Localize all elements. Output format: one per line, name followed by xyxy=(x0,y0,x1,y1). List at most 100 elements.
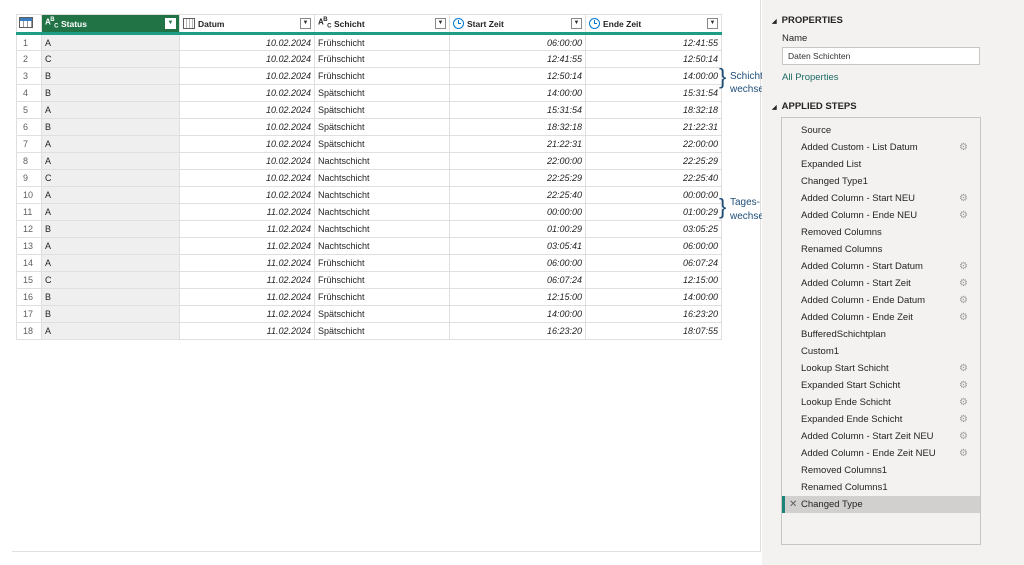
cell-start-zeit[interactable]: 06:00:00 xyxy=(449,254,586,272)
cell-datum[interactable]: 10.02.2024 xyxy=(179,50,315,68)
cell-status[interactable]: A xyxy=(41,254,180,272)
cell-schicht[interactable]: Frühschicht xyxy=(314,254,450,272)
cell-status[interactable]: B xyxy=(41,305,180,323)
row-number[interactable]: 3 xyxy=(16,67,42,85)
table-row[interactable]: 10 A 10.02.2024 Nachtschicht 22:25:40 00:00:0… xyxy=(16,186,722,204)
cell-status[interactable]: B xyxy=(41,118,180,136)
table-row[interactable]: 15 C 11.02.2024 Frühschicht 06:07:24 12:15:00 xyxy=(16,271,722,289)
applied-steps-section-toggle[interactable]: ◢ APPLIED STEPS xyxy=(772,101,857,112)
table-row[interactable]: 2 C 10.02.2024 Frühschicht 12:41:55 12:50:14 xyxy=(16,50,722,68)
properties-section-toggle[interactable]: ◢ PROPERTIES xyxy=(772,15,843,26)
cell-status[interactable]: A xyxy=(41,237,180,255)
cell-start-zeit[interactable]: 21:22:31 xyxy=(449,135,586,153)
all-properties-link[interactable]: All Properties xyxy=(782,72,839,83)
text-type-icon[interactable]: ABC xyxy=(45,17,58,29)
cell-datum[interactable]: 11.02.2024 xyxy=(179,322,315,340)
row-number[interactable]: 7 xyxy=(16,135,42,153)
collapse-triangle-icon[interactable]: ◢ xyxy=(772,19,777,25)
row-number[interactable]: 13 xyxy=(16,237,42,255)
step-settings-gear-icon[interactable]: ⚙ xyxy=(959,258,968,275)
row-number[interactable]: 12 xyxy=(16,220,42,238)
text-type-icon[interactable]: ABC xyxy=(318,17,331,29)
cell-schicht[interactable]: Nachtschicht xyxy=(314,203,450,221)
step-settings-gear-icon[interactable]: ⚙ xyxy=(959,428,968,445)
cell-status[interactable]: B xyxy=(41,84,180,102)
column-header-datum[interactable]: Datum ▼ xyxy=(179,14,315,35)
row-number[interactable]: 17 xyxy=(16,305,42,323)
row-number[interactable]: 16 xyxy=(16,288,42,306)
cell-status[interactable]: A xyxy=(41,186,180,204)
cell-schicht[interactable]: Nachtschicht xyxy=(314,169,450,187)
cell-status[interactable]: B xyxy=(41,288,180,306)
cell-schicht[interactable]: Frühschicht xyxy=(314,271,450,289)
cell-start-zeit[interactable]: 12:41:55 xyxy=(449,50,586,68)
applied-step-item[interactable]: Added Column - Start Zeit NEU ⚙ xyxy=(782,428,980,445)
cell-start-zeit[interactable]: 22:25:40 xyxy=(449,186,586,204)
time-type-icon[interactable] xyxy=(453,18,464,29)
cell-status[interactable]: C xyxy=(41,50,180,68)
cell-schicht[interactable]: Frühschicht xyxy=(314,33,450,51)
table-row[interactable]: 4 B 10.02.2024 Spätschicht 14:00:00 15:31:54 xyxy=(16,84,722,102)
step-settings-gear-icon[interactable]: ⚙ xyxy=(959,394,968,411)
applied-step-item[interactable]: Custom1 xyxy=(782,343,980,360)
column-header-schicht[interactable]: ABC Schicht ▼ xyxy=(314,14,450,35)
cell-ende-zeit[interactable]: 21:22:31 xyxy=(585,118,722,136)
cell-schicht[interactable]: Spätschicht xyxy=(314,322,450,340)
table-row[interactable]: 8 A 10.02.2024 Nachtschicht 22:00:00 22:25:29 xyxy=(16,152,722,170)
cell-schicht[interactable]: Nachtschicht xyxy=(314,220,450,238)
table-row[interactable]: 6 B 10.02.2024 Spätschicht 18:32:18 21:22:31 xyxy=(16,118,722,136)
cell-schicht[interactable]: Spätschicht xyxy=(314,118,450,136)
row-number[interactable]: 5 xyxy=(16,101,42,119)
cell-schicht[interactable]: Nachtschicht xyxy=(314,152,450,170)
applied-step-item[interactable]: Renamed Columns xyxy=(782,241,980,258)
cell-schicht[interactable]: Frühschicht xyxy=(314,67,450,85)
step-settings-gear-icon[interactable]: ⚙ xyxy=(959,445,968,462)
cell-datum[interactable]: 11.02.2024 xyxy=(179,305,315,323)
step-settings-gear-icon[interactable]: ⚙ xyxy=(959,190,968,207)
step-settings-gear-icon[interactable]: ⚙ xyxy=(959,411,968,428)
table-row[interactable]: 17 B 11.02.2024 Spätschicht 14:00:00 16:23:20 xyxy=(16,305,722,323)
applied-step-item[interactable]: Removed Columns xyxy=(782,224,980,241)
filter-dropdown-icon[interactable]: ▼ xyxy=(165,18,176,29)
cell-start-zeit[interactable]: 03:05:41 xyxy=(449,237,586,255)
row-number[interactable]: 6 xyxy=(16,118,42,136)
cell-ende-zeit[interactable]: 14:00:00 xyxy=(585,288,722,306)
applied-step-item[interactable]: Lookup Start Schicht ⚙ xyxy=(782,360,980,377)
cell-ende-zeit[interactable]: 06:00:00 xyxy=(585,237,722,255)
cell-status[interactable]: B xyxy=(41,220,180,238)
cell-ende-zeit[interactable]: 16:23:20 xyxy=(585,305,722,323)
applied-step-item[interactable]: Added Column - Ende Datum ⚙ xyxy=(782,292,980,309)
cell-ende-zeit[interactable]: 14:00:00 xyxy=(585,67,722,85)
applied-step-item[interactable]: Expanded List xyxy=(782,156,980,173)
row-number[interactable]: 10 xyxy=(16,186,42,204)
applied-step-item[interactable]: Added Column - Ende NEU ⚙ xyxy=(782,207,980,224)
cell-ende-zeit[interactable]: 18:32:18 xyxy=(585,101,722,119)
cell-ende-zeit[interactable]: 22:25:29 xyxy=(585,152,722,170)
applied-step-item[interactable]: ✕ Changed Type xyxy=(782,496,980,513)
applied-step-item[interactable]: Expanded Ende Schicht ⚙ xyxy=(782,411,980,428)
column-header-ende-zeit[interactable]: Ende Zeit ▼ xyxy=(585,14,722,35)
cell-ende-zeit[interactable]: 22:00:00 xyxy=(585,135,722,153)
cell-datum[interactable]: 10.02.2024 xyxy=(179,135,315,153)
collapse-triangle-icon[interactable]: ◢ xyxy=(772,105,777,111)
row-number[interactable]: 8 xyxy=(16,152,42,170)
cell-start-zeit[interactable]: 14:00:00 xyxy=(449,84,586,102)
cell-start-zeit[interactable]: 00:00:00 xyxy=(449,203,586,221)
cell-datum[interactable]: 11.02.2024 xyxy=(179,271,315,289)
cell-datum[interactable]: 10.02.2024 xyxy=(179,152,315,170)
cell-ende-zeit[interactable]: 18:07:55 xyxy=(585,322,722,340)
cell-datum[interactable]: 10.02.2024 xyxy=(179,186,315,204)
row-number[interactable]: 1 xyxy=(16,33,42,51)
row-number[interactable]: 18 xyxy=(16,322,42,340)
applied-step-item[interactable]: Added Column - Start Zeit ⚙ xyxy=(782,275,980,292)
cell-start-zeit[interactable]: 12:50:14 xyxy=(449,67,586,85)
cell-ende-zeit[interactable]: 12:41:55 xyxy=(585,33,722,51)
cell-ende-zeit[interactable]: 12:15:00 xyxy=(585,271,722,289)
cell-start-zeit[interactable]: 18:32:18 xyxy=(449,118,586,136)
cell-ende-zeit[interactable]: 15:31:54 xyxy=(585,84,722,102)
cell-start-zeit[interactable]: 22:00:00 xyxy=(449,152,586,170)
row-number[interactable]: 15 xyxy=(16,271,42,289)
cell-ende-zeit[interactable]: 22:25:40 xyxy=(585,169,722,187)
step-settings-gear-icon[interactable]: ⚙ xyxy=(959,139,968,156)
cell-start-zeit[interactable]: 14:00:00 xyxy=(449,305,586,323)
